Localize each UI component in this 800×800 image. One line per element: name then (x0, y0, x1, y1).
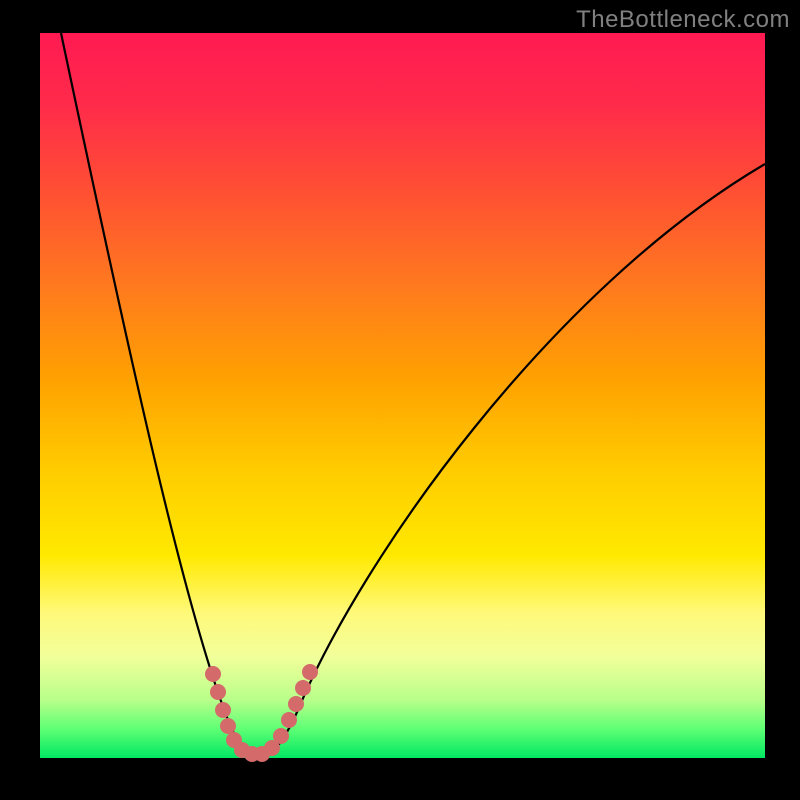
watermark-text: TheBottleneck.com (576, 6, 790, 34)
chart-svg (0, 0, 800, 800)
chart-root: TheBottleneck.com (0, 0, 800, 800)
plot-background (40, 33, 765, 758)
